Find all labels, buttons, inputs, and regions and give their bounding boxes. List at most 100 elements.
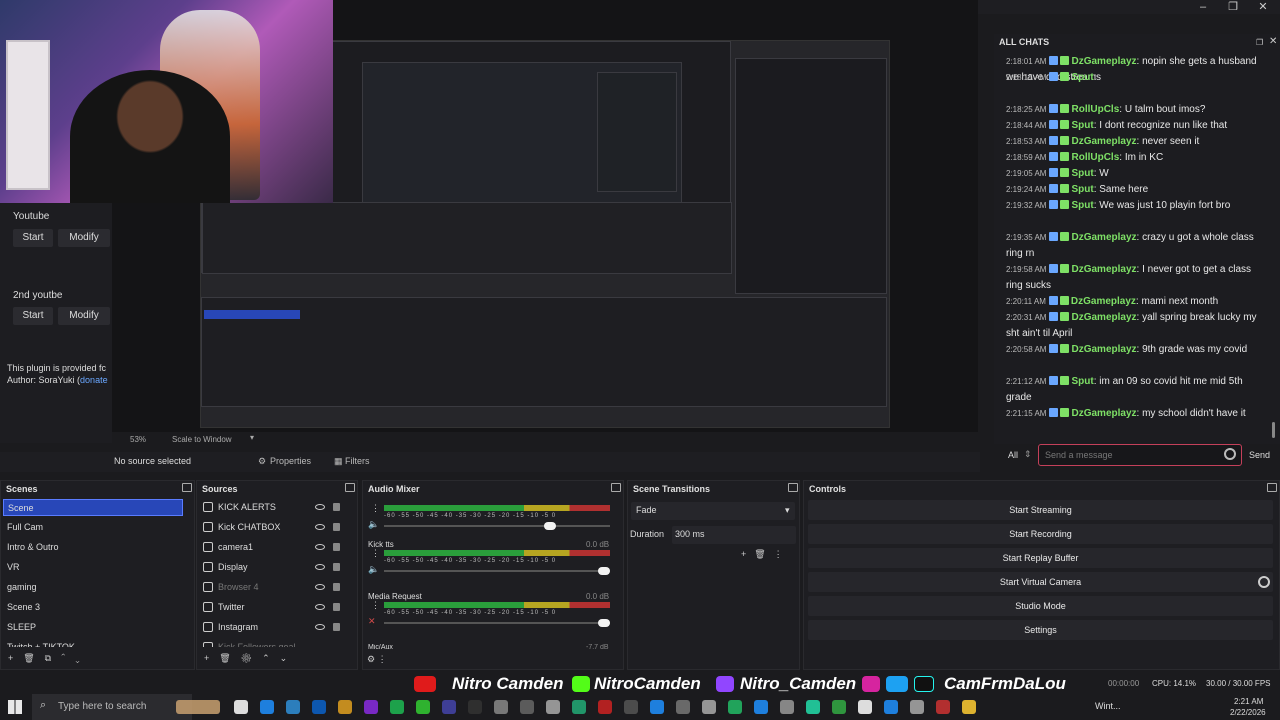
visibility-eye-icon[interactable]	[315, 504, 325, 510]
taskbar-app-icon[interactable]	[234, 700, 248, 714]
scene-item[interactable]: Scene	[3, 499, 183, 516]
chat-username[interactable]: RollUpCls	[1071, 152, 1119, 163]
youtube2-modify-button[interactable]: Modify	[58, 307, 110, 325]
undock-icon[interactable]	[182, 483, 192, 492]
gear-icon[interactable]: ⚙ ⋮	[367, 654, 387, 665]
chat-username[interactable]: Sput	[1071, 72, 1093, 83]
duration-input[interactable]: 300 ms	[672, 526, 796, 544]
volume-slider[interactable]	[384, 570, 610, 572]
chat-username[interactable]: DzGameplayz	[1071, 56, 1136, 67]
volume-knob[interactable]	[598, 619, 610, 627]
source-item[interactable]: Twitter	[203, 599, 353, 616]
volume-knob[interactable]	[598, 567, 610, 575]
youtube-modify-button[interactable]: Modify	[58, 229, 110, 247]
source-item[interactable]: Display	[203, 559, 353, 576]
source-toolbar[interactable]: +🗑⚙⌃⌄	[204, 653, 297, 664]
undock-icon[interactable]: ❐	[1256, 38, 1263, 47]
filters-button[interactable]: Filters	[345, 456, 370, 466]
undock-icon[interactable]	[1267, 483, 1277, 492]
visibility-eye-icon[interactable]	[315, 564, 325, 570]
volume-slider[interactable]	[384, 525, 610, 527]
taskbar-app-icon[interactable]	[806, 700, 820, 714]
chat-username[interactable]: DzGameplayz	[1071, 312, 1136, 323]
control-button-3[interactable]: Start Virtual Camera	[808, 572, 1273, 592]
chat-scrollbar[interactable]	[1272, 422, 1275, 438]
taskbar-app-icon[interactable]	[884, 700, 898, 714]
visibility-eye-icon[interactable]	[315, 524, 325, 530]
taskbar-app-icon[interactable]	[728, 700, 742, 714]
chat-username[interactable]: Sput	[1071, 184, 1093, 195]
donate-link[interactable]: donate	[80, 375, 108, 385]
zoom-level[interactable]: 53%	[130, 435, 146, 444]
speaker-icon[interactable]: 🔈	[368, 564, 379, 575]
visibility-eye-icon[interactable]	[315, 624, 325, 630]
scene-item[interactable]: SLEEP	[3, 619, 183, 636]
chat-username[interactable]: DzGameplayz	[1071, 264, 1136, 275]
more-options-icon[interactable]: ⋮	[371, 503, 380, 514]
undock-icon[interactable]	[788, 483, 798, 492]
control-button-1[interactable]: Start Recording	[808, 524, 1273, 544]
close-icon[interactable]: ✕	[1269, 36, 1277, 47]
taskbar-app-icon[interactable]	[416, 700, 430, 714]
taskbar-app-icon[interactable]	[858, 700, 872, 714]
scene-item[interactable]: Intro & Outro	[3, 539, 183, 556]
chat-username[interactable]: DzGameplayz	[1071, 408, 1136, 419]
chat-username[interactable]: Sput	[1071, 168, 1093, 179]
more-options-icon[interactable]: ⋮	[371, 548, 380, 559]
chat-username[interactable]: DzGameplayz	[1071, 232, 1136, 243]
source-item[interactable]: Kick Followers goal	[203, 639, 353, 647]
speaker-icon[interactable]: 🔈	[368, 519, 379, 530]
chat-channel-select[interactable]: All	[1008, 450, 1018, 460]
lock-icon[interactable]	[333, 543, 340, 551]
chat-username[interactable]: DzGameplayz	[1071, 344, 1136, 355]
properties-button[interactable]: Properties	[270, 456, 311, 466]
taskbar-app-icon[interactable]	[832, 700, 846, 714]
scene-item[interactable]: Scene 3	[3, 599, 183, 616]
taskbar-app-icon[interactable]	[780, 700, 794, 714]
chat-username[interactable]: DzGameplayz	[1071, 136, 1136, 147]
taskbar-app-icon[interactable]	[754, 700, 768, 714]
scene-item[interactable]: gaming	[3, 579, 183, 596]
taskbar-app-icon[interactable]	[624, 700, 638, 714]
taskbar-app-icon[interactable]	[494, 700, 508, 714]
taskbar-app-icon[interactable]	[702, 700, 716, 714]
taskbar-app-icon[interactable]	[390, 700, 404, 714]
taskbar-app-icon[interactable]	[650, 700, 664, 714]
scene-item[interactable]: Twitch + TIKTOK	[3, 639, 183, 647]
chevron-down-icon[interactable]: ▾	[250, 433, 254, 442]
transition-toolbar[interactable]: +🗑⋮	[741, 549, 791, 560]
taskbar-app-icon[interactable]	[572, 700, 586, 714]
maximize-button[interactable]: ❐	[1218, 0, 1248, 14]
volume-knob[interactable]	[544, 522, 556, 530]
clock-date[interactable]: 2/22/2026	[1230, 708, 1266, 717]
youtube2-start-button[interactable]: Start	[13, 307, 53, 325]
clock-time[interactable]: 2:21 AM	[1234, 697, 1263, 706]
visibility-eye-icon[interactable]	[315, 584, 325, 590]
volume-slider[interactable]	[384, 622, 610, 624]
taskbar-app-icon[interactable]	[286, 700, 300, 714]
chat-username[interactable]: Sput	[1071, 200, 1093, 211]
taskbar-app-icon[interactable]	[598, 700, 612, 714]
chat-username[interactable]: Sput	[1071, 120, 1093, 131]
source-item[interactable]: KICK ALERTS	[203, 499, 353, 516]
weather-widget[interactable]: Wint...	[1095, 701, 1121, 711]
scene-toolbar[interactable]: +🗑⧉⌃⌄	[8, 653, 90, 664]
taskbar-search[interactable]: Type here to search	[32, 694, 192, 720]
taskbar-app-icon[interactable]	[546, 700, 560, 714]
taskbar-app-icon[interactable]	[468, 700, 482, 714]
taskbar-app-icon[interactable]	[962, 700, 976, 714]
taskbar-app-icon[interactable]	[338, 700, 352, 714]
chat-username[interactable]: DzGameplayz	[1071, 296, 1136, 307]
lock-icon[interactable]	[333, 523, 340, 531]
gear-icon[interactable]	[1224, 448, 1236, 460]
scene-item[interactable]: VR	[3, 559, 183, 576]
taskbar-app-icon[interactable]	[442, 700, 456, 714]
more-options-icon[interactable]: ⋮	[371, 600, 380, 611]
control-button-2[interactable]: Start Replay Buffer	[808, 548, 1273, 568]
taskbar-app-icon[interactable]	[260, 700, 274, 714]
chat-username[interactable]: RollUpCls	[1071, 104, 1119, 115]
lock-icon[interactable]	[333, 563, 340, 571]
taskbar-app-icon[interactable]	[936, 700, 950, 714]
lock-icon[interactable]	[333, 583, 340, 591]
chat-message-input[interactable]: Send a message	[1038, 444, 1242, 466]
